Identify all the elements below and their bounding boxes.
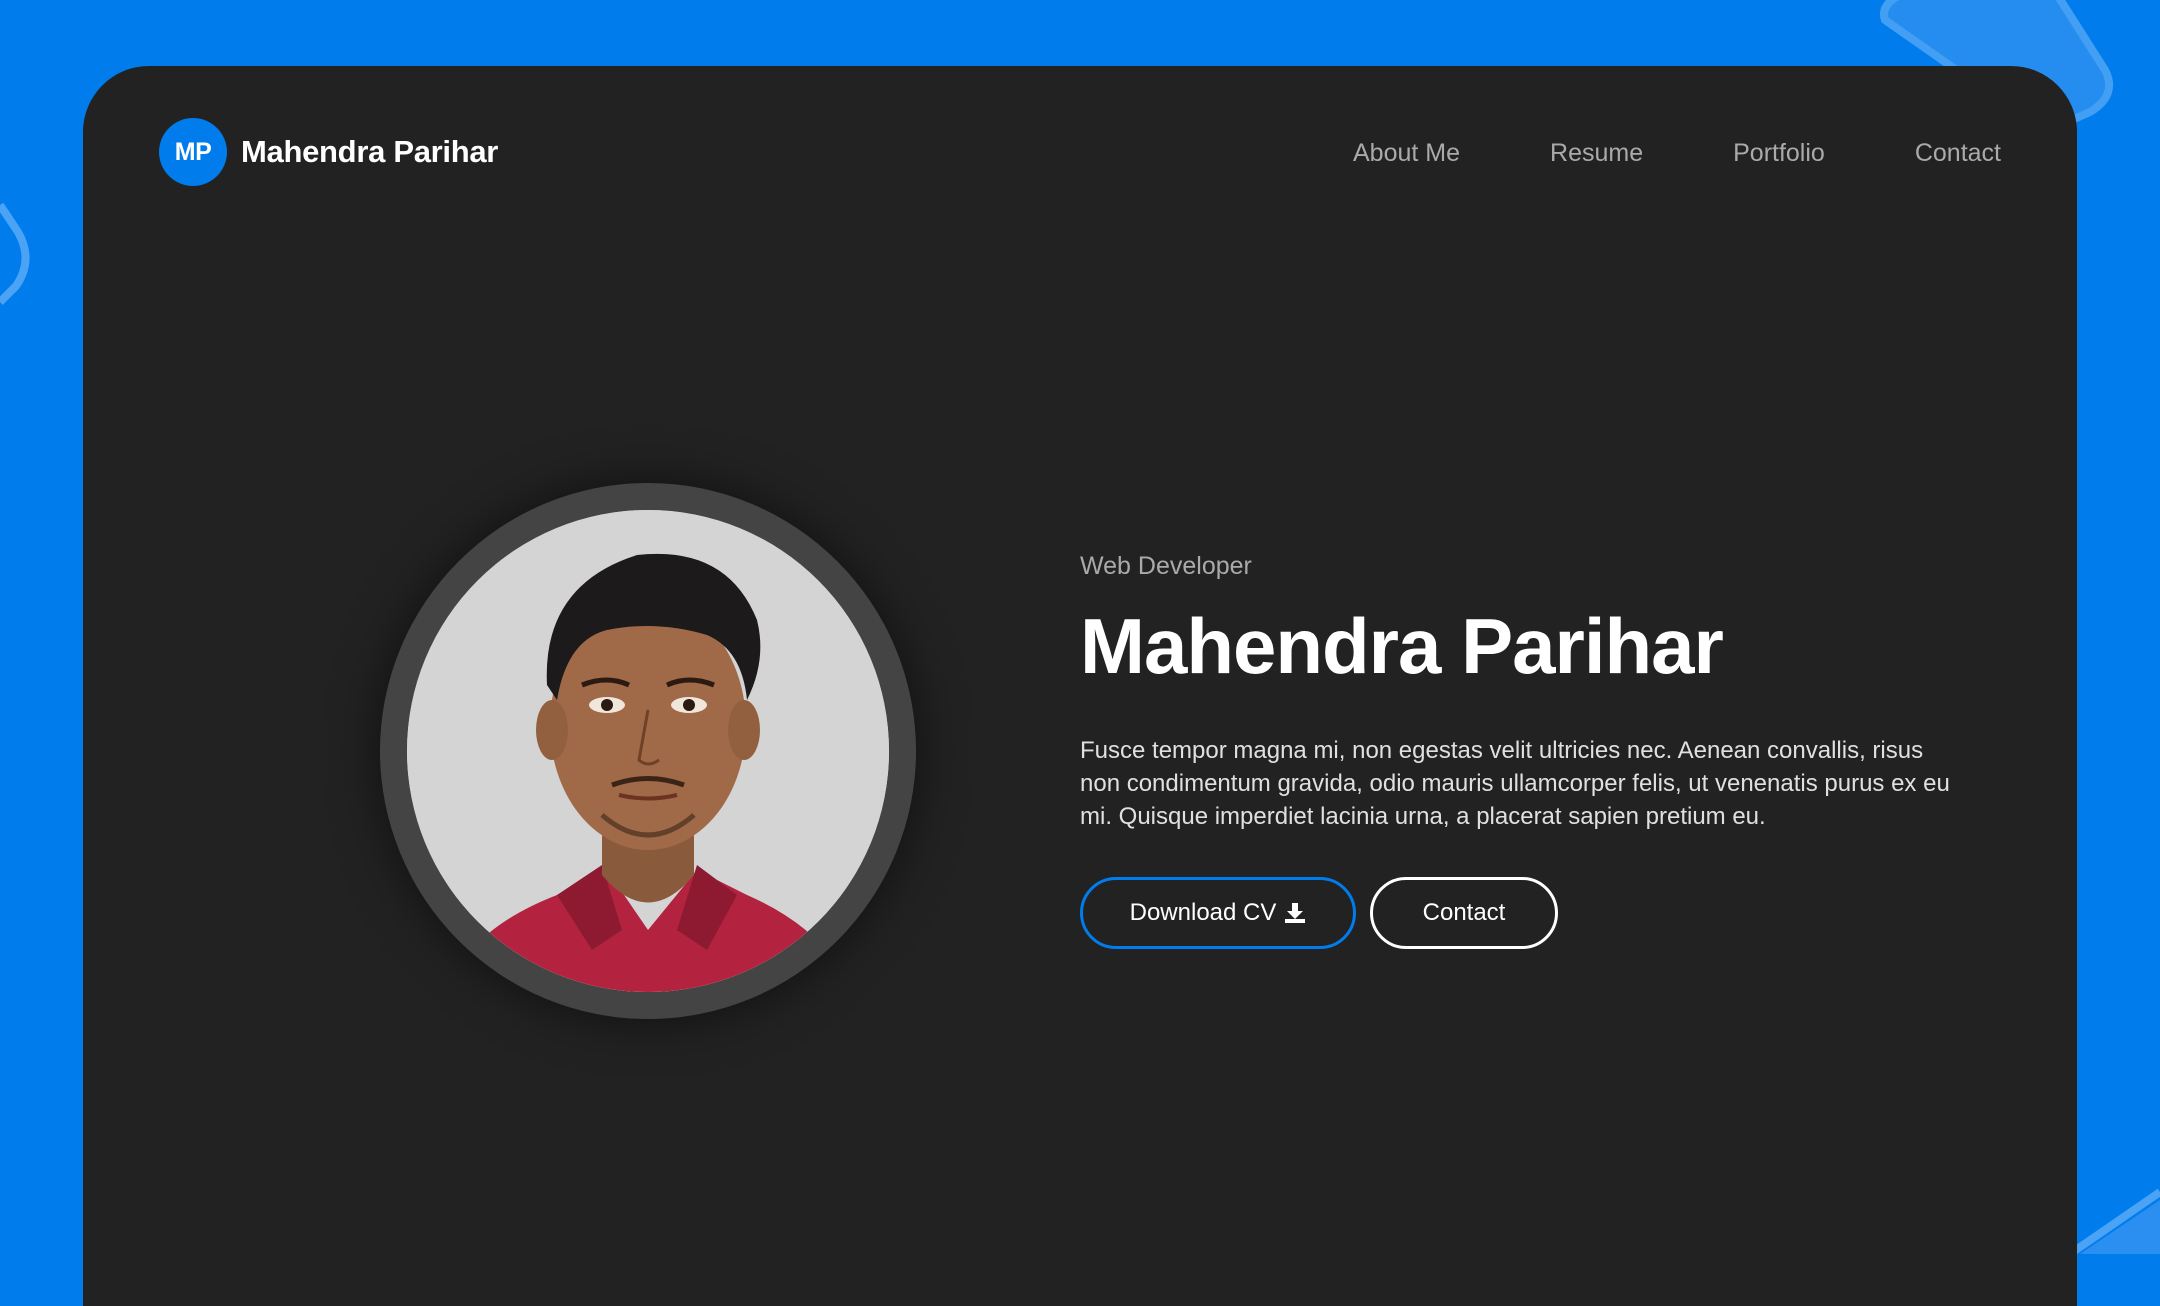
nav-contact[interactable]: Contact — [1915, 139, 2001, 168]
nav-resume[interactable]: Resume — [1550, 139, 1643, 168]
hero-subtitle: Web Developer — [1080, 552, 1252, 580]
header: MP Mahendra Parihar About Me Resume Port… — [159, 118, 2001, 188]
avatar-photo — [407, 510, 889, 992]
contact-button-label: Contact — [1422, 899, 1506, 926]
portrait-illustration — [407, 510, 889, 992]
download-icon — [1285, 903, 1306, 923]
hero-content: Web Developer Mahendra Parihar Fusce tem… — [1080, 546, 1960, 949]
download-cv-label: Download CV — [1129, 899, 1277, 926]
nav-portfolio[interactable]: Portfolio — [1733, 139, 1825, 168]
logo-name: Mahendra Parihar — [241, 134, 499, 169]
main-card: MP Mahendra Parihar About Me Resume Port… — [83, 66, 2077, 1306]
hero-title: Mahendra Parihar — [1080, 602, 1724, 690]
main-nav: About Me Resume Portfolio Contact — [1353, 118, 2001, 188]
logo-badge: MP — [159, 118, 227, 186]
download-cv-button[interactable]: Download CV — [1080, 877, 1356, 949]
hero-actions: Download CV Contact — [1080, 877, 1960, 949]
avatar-frame — [380, 483, 916, 1019]
site-logo[interactable]: MP Mahendra Parihar — [159, 118, 498, 186]
nav-about-me[interactable]: About Me — [1353, 139, 1460, 168]
contact-button[interactable]: Contact — [1370, 877, 1558, 949]
hero-bio: Fusce tempor magna mi, non egestas velit… — [1080, 737, 1950, 830]
